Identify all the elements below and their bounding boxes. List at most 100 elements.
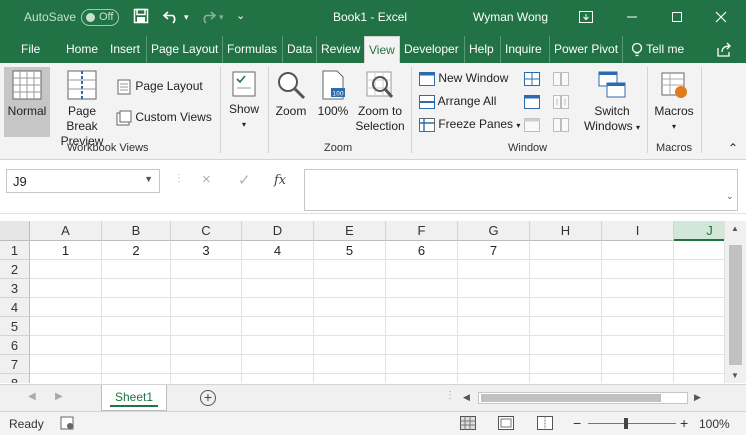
cell-h6[interactable] — [530, 336, 602, 355]
name-box[interactable]: J9 ▼ — [6, 169, 160, 193]
cell-g4[interactable] — [458, 298, 530, 317]
hide-button[interactable] — [524, 94, 540, 109]
row-header-3[interactable]: 3 — [0, 279, 30, 298]
scroll-up-icon[interactable]: ▲ — [731, 224, 739, 233]
cell-c7[interactable] — [171, 355, 242, 374]
cell-g1[interactable]: 7 — [458, 241, 530, 260]
cell-e7[interactable] — [314, 355, 386, 374]
insert-function-icon[interactable]: fx — [274, 173, 286, 188]
macro-recording-icon[interactable] — [60, 416, 74, 433]
cell-g7[interactable] — [458, 355, 530, 374]
cell-d7[interactable] — [242, 355, 314, 374]
cell-a5[interactable] — [30, 317, 102, 336]
column-header-j[interactable]: J — [674, 221, 724, 241]
select-all-corner[interactable] — [0, 221, 30, 241]
page-break-preview-button[interactable]: Page Break Preview — [52, 67, 112, 148]
column-header-a[interactable]: A — [30, 221, 102, 241]
add-sheet-icon[interactable]: + — [200, 390, 216, 406]
normal-view-button[interactable]: Normal — [4, 67, 50, 137]
cell-d2[interactable] — [242, 260, 314, 279]
zoom-to-selection-button[interactable]: Zoom to Selection — [354, 67, 406, 137]
cell-i6[interactable] — [602, 336, 674, 355]
cell-d5[interactable] — [242, 317, 314, 336]
cell-b3[interactable] — [102, 279, 171, 298]
next-sheet-icon[interactable]: ▶ — [55, 391, 63, 402]
column-header-i[interactable]: I — [602, 221, 674, 241]
cell-c4[interactable] — [171, 298, 242, 317]
sheet-tab-sheet1[interactable]: Sheet1 — [101, 385, 167, 411]
cell-d3[interactable] — [242, 279, 314, 298]
cell-g5[interactable] — [458, 317, 530, 336]
cell-i3[interactable] — [602, 279, 674, 298]
row-header-6[interactable]: 6 — [0, 336, 30, 355]
tab-review[interactable]: Review — [316, 36, 360, 63]
zoom-out-icon[interactable]: − — [573, 415, 581, 431]
cell-j4[interactable] — [674, 298, 724, 317]
tab-formulas[interactable]: Formulas — [222, 36, 277, 63]
cell-h2[interactable] — [530, 260, 602, 279]
cell-f1[interactable]: 6 — [386, 241, 458, 260]
zoom-slider-thumb[interactable] — [624, 418, 628, 429]
cell-f2[interactable] — [386, 260, 458, 279]
cell-f7[interactable] — [386, 355, 458, 374]
zoom-level[interactable]: 100% — [699, 417, 730, 431]
redo-dropdown-icon[interactable]: ▾ — [219, 12, 224, 23]
redo-icon[interactable] — [198, 8, 217, 27]
row-header-2[interactable]: 2 — [0, 260, 30, 279]
formula-input[interactable] — [304, 169, 738, 211]
vertical-scrollbar[interactable]: ▲ ▼ — [724, 221, 746, 383]
freeze-panes-button[interactable]: Freeze Panes ▾ — [419, 117, 520, 132]
customize-qat-icon[interactable]: ⌄ — [236, 9, 245, 22]
cell-b1[interactable]: 2 — [102, 241, 171, 260]
cell-i7[interactable] — [602, 355, 674, 374]
user-name[interactable]: Wyman Wong — [473, 10, 548, 24]
cell-j1[interactable] — [674, 241, 724, 260]
prev-sheet-icon[interactable]: ◀ — [28, 391, 36, 402]
macros-button[interactable]: Macros ▾ — [651, 67, 697, 137]
cell-a1[interactable]: 1 — [30, 241, 102, 260]
cell-j8[interactable] — [674, 374, 724, 383]
cell-e2[interactable] — [314, 260, 386, 279]
zoom-slider[interactable] — [588, 423, 676, 424]
cell-i2[interactable] — [602, 260, 674, 279]
cell-g2[interactable] — [458, 260, 530, 279]
row-header-4[interactable]: 4 — [0, 298, 30, 317]
share-icon[interactable] — [716, 36, 732, 63]
cell-a8[interactable] — [30, 374, 102, 383]
switch-windows-button[interactable]: Switch Windows ▾ — [582, 67, 642, 137]
cell-f4[interactable] — [386, 298, 458, 317]
cell-c6[interactable] — [171, 336, 242, 355]
worksheet-grid[interactable]: ABCDEFGHIJ112345672345678 — [0, 221, 724, 383]
page-layout-view-button[interactable]: Page Layout — [116, 79, 203, 95]
cell-b7[interactable] — [102, 355, 171, 374]
cell-c3[interactable] — [171, 279, 242, 298]
cell-d4[interactable] — [242, 298, 314, 317]
undo-icon[interactable] — [162, 8, 181, 27]
custom-views-button[interactable]: Custom Views — [116, 110, 212, 126]
scroll-right-icon[interactable]: ▶ — [694, 392, 701, 403]
tab-home[interactable]: Home — [66, 36, 98, 63]
cell-g8[interactable] — [458, 374, 530, 383]
cell-h8[interactable] — [530, 374, 602, 383]
cell-c2[interactable] — [171, 260, 242, 279]
cell-e1[interactable]: 5 — [314, 241, 386, 260]
tab-inquire[interactable]: Inquire — [500, 36, 542, 63]
cell-b6[interactable] — [102, 336, 171, 355]
tab-file[interactable]: File — [21, 36, 40, 63]
name-box-dropdown-icon[interactable]: ▼ — [144, 174, 153, 184]
page-layout-status-icon[interactable] — [498, 416, 514, 433]
cell-a6[interactable] — [30, 336, 102, 355]
view-side-by-side-button[interactable] — [553, 71, 569, 86]
ribbon-display-options-icon[interactable] — [570, 4, 602, 30]
cell-g3[interactable] — [458, 279, 530, 298]
cell-e4[interactable] — [314, 298, 386, 317]
cell-i5[interactable] — [602, 317, 674, 336]
cell-e3[interactable] — [314, 279, 386, 298]
cell-h4[interactable] — [530, 298, 602, 317]
cell-h1[interactable] — [530, 241, 602, 260]
cell-i8[interactable] — [602, 374, 674, 383]
new-window-button[interactable]: New Window — [419, 71, 508, 86]
synchronous-scrolling-button[interactable] — [553, 94, 569, 109]
column-header-d[interactable]: D — [242, 221, 314, 241]
column-header-f[interactable]: F — [386, 221, 458, 241]
